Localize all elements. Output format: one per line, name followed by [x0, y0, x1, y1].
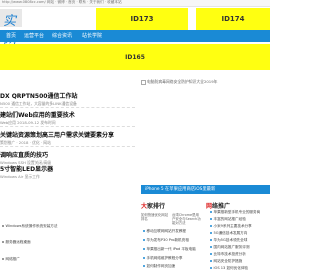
panel-title-rest: 家排行	[147, 203, 166, 210]
nav-item-news[interactable]: 综合资讯	[52, 32, 72, 39]
list-item[interactable]: 丰富的网站推广经验	[210, 217, 246, 222]
list-item-label: 比特币技术投资分析	[213, 252, 246, 256]
top-utility-bar: http://www.0808cc.com/ 网站 · 微博 · 首页 · 联系…	[0, 0, 270, 7]
bullet-icon	[210, 239, 212, 241]
list-item-label: 苹果推新型手机专业的服务商	[213, 210, 261, 214]
nav-item-platform[interactable]: 运营平台	[24, 32, 44, 39]
list-item-label: 小米9系列主要技术分享	[213, 224, 252, 228]
bullet-icon	[143, 230, 145, 232]
bullet-icon	[210, 232, 212, 234]
bullet-icon	[143, 248, 145, 250]
nav-item-academy[interactable]: 站长学院	[82, 32, 102, 39]
panel-title: 大家排行	[141, 201, 201, 210]
main-nav: 首页 运营平台 综合资讯 站长学院	[0, 30, 270, 42]
featured-headline-bar[interactable]: iPhone 5 在苹果应用商店iOS里最新	[141, 185, 270, 194]
ad-slot-top-1[interactable]: ID173	[96, 8, 188, 30]
bullet-icon	[210, 246, 212, 248]
list-item[interactable]: 服务器远程桌面	[2, 240, 31, 245]
list-item-label: 如何制作网页加速	[146, 264, 176, 268]
divider	[0, 146, 135, 147]
bullet-icon	[210, 253, 212, 255]
article-title[interactable]: 关键站资源策划高三用户需求关键要素分享	[0, 130, 114, 139]
article-item[interactable]: DX QRPTN500通信工作站 N500 通信工作站，大容量的多LINK通信设…	[0, 91, 77, 107]
ad-slot-top-2[interactable]: ID174	[196, 8, 270, 30]
bullet-icon	[2, 241, 4, 243]
list-item-label: 丰富的网站推广经验	[213, 217, 246, 221]
list-item-label: Windows系统操作系统安装方法	[5, 224, 58, 228]
logo-text: 实网	[3, 14, 17, 48]
list-item-label: 苹果推出新一代 iPad 平板电脑	[146, 247, 196, 251]
list-item-label: 华为5G技术领先全球	[213, 238, 248, 242]
list-item[interactable]: 手机网络维护教程分享	[143, 256, 182, 261]
list-item[interactable]: iOS 13 如何优化体验	[210, 266, 248, 271]
bullet-icon	[210, 218, 212, 220]
nav-item-home[interactable]: 首页	[6, 32, 16, 39]
article-item[interactable]: 关键站资源策划高三用户需求关键要素分享 策划推广 · 2018 · 优化 · 网…	[0, 130, 114, 146]
article-summary: Windows Air 显示工作	[0, 174, 40, 179]
list-item[interactable]: 比特币技术投资分析	[210, 252, 246, 257]
list-item-label: 华为发布P30 Pro新机亮相	[146, 238, 189, 242]
bullet-icon	[210, 267, 212, 269]
article-title[interactable]: DX QRPTN500通信工作站	[0, 91, 77, 100]
panel-title-rest: 络推广	[212, 203, 231, 210]
article-item[interactable]: 建站们Web应用的重要技术 Web应用 2018-09-12 发布时间	[0, 110, 75, 126]
bullet-icon	[2, 225, 4, 227]
bullet-icon	[210, 211, 212, 213]
list-item[interactable]: 移动互联网网站开发教程	[143, 229, 186, 234]
broken-image-icon	[141, 79, 146, 85]
divider	[0, 107, 135, 108]
divider	[0, 126, 135, 127]
list-item-label: 网络推广	[5, 257, 20, 261]
list-item[interactable]: 5G通信技术发展方向	[210, 231, 247, 236]
top-links[interactable]: http://www.0808cc.com/ 网站 · 微博 · 首页 · 联系…	[2, 0, 122, 5]
list-item-label: iOS 13 如何优化体验	[213, 266, 249, 270]
list-item-label: 服务器远程桌面	[5, 240, 31, 244]
ranking-panel: 大家排行 如何快速优化网站排名 台湾Chrome是用户安全与Search功能对方…	[141, 201, 201, 271]
site-logo[interactable]: 实网	[0, 9, 22, 48]
list-item[interactable]: 华为5G技术领先全球	[210, 238, 247, 243]
ad-image-alt-text: 电脑防病毒网络安全防护知识大全2019年	[147, 79, 218, 84]
list-item-label: 移动互联网网站开发教程	[146, 229, 187, 233]
list-item-label: 网站安全防护措施	[213, 259, 243, 263]
list-item-label: 手机网络维护教程分享	[146, 256, 183, 260]
bullet-icon	[2, 258, 4, 260]
list-item-label: 5G通信技术发展方向	[213, 231, 248, 235]
list-item[interactable]: 网站安全防护措施	[210, 259, 242, 264]
article-title[interactable]: 调响应直质的技巧	[0, 150, 51, 159]
list-item[interactable]: 华为发布P30 Pro新机亮相	[143, 238, 189, 243]
ad-banner[interactable]: ID165	[0, 44, 270, 70]
promo-panel: 网络推广 苹果推新型手机专业的服务商 丰富的网站推广经验 小米9系列主要技术分享…	[206, 201, 270, 271]
bullet-icon	[210, 260, 212, 262]
bullet-icon	[143, 257, 145, 259]
article-title[interactable]: 5寸智能LED显示器	[0, 164, 53, 173]
panel-title: 网络推广	[206, 201, 270, 210]
list-item-label: 国内网站推广服务评测	[213, 245, 250, 249]
list-item[interactable]: 网络推广	[2, 257, 20, 262]
thumb-caption[interactable]: 台湾Chrome是用户安全与Search功能对方法	[172, 213, 201, 225]
list-item[interactable]: 国内网站推广服务评测	[210, 245, 249, 250]
article-title[interactable]: 建站们Web应用的重要技术	[0, 110, 75, 119]
ad-image[interactable]: 电脑防病毒网络安全防护知识大全2019年	[141, 79, 271, 85]
list-item[interactable]: Windows系统操作系统安装方法	[2, 224, 57, 229]
list-item[interactable]: 如何制作网页加速	[143, 264, 175, 269]
list-item[interactable]: 小米9系列主要技术分享	[210, 224, 252, 229]
bullet-icon	[143, 265, 145, 267]
article-item[interactable]: 5寸智能LED显示器 Windows Air 显示工作	[0, 164, 53, 180]
bullet-icon	[210, 225, 212, 227]
list-item[interactable]: 苹果推新型手机专业的服务商	[210, 210, 260, 215]
list-item[interactable]: 苹果推出新一代 iPad 平板电脑	[143, 247, 196, 252]
thumb-caption[interactable]: 如何快速优化网站排名	[141, 213, 169, 221]
bullet-icon	[143, 239, 145, 241]
